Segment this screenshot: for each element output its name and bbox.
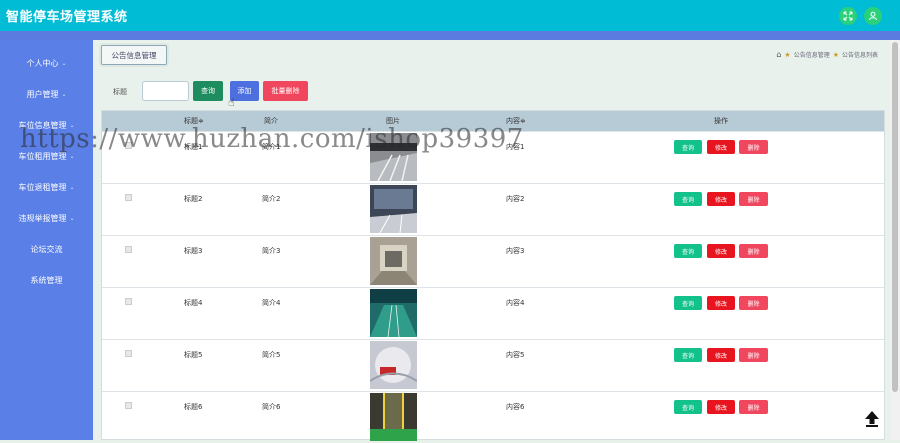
title-filter-input[interactable]: [142, 81, 189, 101]
star-icon: ★: [784, 50, 791, 59]
row-intro: 简介6: [262, 403, 281, 411]
sidebar: 个人中心 ⌄ 用户管理 ⌄ 车位信息管理 ⌄ 车位租用管理 ⌄ 车位退租管理 ⌄ 违规举报…: [0, 40, 93, 440]
chevron-down-icon: ⌄: [61, 59, 67, 67]
back-to-top-icon[interactable]: [862, 408, 882, 428]
delete-button[interactable]: 删除: [739, 296, 768, 310]
sidebar-item-label: 违规举报管理: [18, 213, 67, 223]
home-icon[interactable]: ⌂: [776, 50, 781, 59]
row-title: 标题2: [184, 195, 203, 203]
top-bar: 智能停车场管理系统: [0, 0, 900, 31]
row-image: [370, 393, 417, 441]
delete-button[interactable]: 删除: [739, 400, 768, 414]
delete-button[interactable]: 删除: [739, 192, 768, 206]
sidebar-item-system[interactable]: 系统管理: [0, 270, 93, 290]
row-intro: 简介3: [262, 247, 281, 255]
row-image: [370, 185, 417, 233]
row-checkbox[interactable]: [125, 350, 132, 357]
user-icon[interactable]: [864, 7, 882, 25]
delete-button[interactable]: 删除: [739, 348, 768, 362]
batch-delete-button[interactable]: 批量删除: [263, 81, 308, 101]
search-button[interactable]: 查询: [193, 81, 223, 101]
expand-icon[interactable]: [839, 7, 857, 25]
mouse-cursor-icon: ☝: [228, 96, 235, 109]
notice-table: 标题≑ 简介 图片 内容≑ 操作 标题1 简介1 内容1 查询 修改 删除 标题…: [101, 110, 885, 443]
edit-button[interactable]: 修改: [707, 140, 735, 154]
sidebar-item-label: 车位退租管理: [18, 182, 67, 192]
table-row: 标题5 简介5 内容5 查询 修改 删除: [102, 339, 884, 391]
table-row: 标题3 简介3 内容3 查询 修改 删除: [102, 235, 884, 287]
scrollbar-thumb[interactable]: [892, 42, 898, 392]
view-button[interactable]: 查询: [674, 400, 702, 414]
view-button[interactable]: 查询: [674, 296, 702, 310]
row-title: 标题5: [184, 351, 203, 359]
main-content: 公告信息管理 ⌂ ★ 公告信息管理 ★ 公告信息列表 标题 查询 添加 批量删除…: [95, 40, 890, 443]
row-intro: 简介5: [262, 351, 281, 359]
sidebar-item-return[interactable]: 车位退租管理 ⌄: [0, 177, 93, 197]
view-button[interactable]: 查询: [674, 244, 702, 258]
row-image: [370, 237, 417, 285]
chevron-down-icon: ⌄: [69, 183, 75, 191]
table-row: 标题2 简介2 内容2 查询 修改 删除: [102, 183, 884, 235]
edit-button[interactable]: 修改: [707, 348, 735, 362]
page-scrollbar[interactable]: [890, 40, 900, 440]
edit-button[interactable]: 修改: [707, 192, 735, 206]
row-image: [370, 341, 417, 389]
sidebar-item-violation[interactable]: 违规举报管理 ⌄: [0, 208, 93, 228]
breadcrumb: ⌂ ★ 公告信息管理 ★ 公告信息列表: [776, 50, 878, 59]
row-title: 标题6: [184, 403, 203, 411]
edit-button[interactable]: 修改: [707, 244, 735, 258]
column-header-actions: 操作: [714, 117, 728, 125]
view-button[interactable]: 查询: [674, 348, 702, 362]
edit-button[interactable]: 修改: [707, 296, 735, 310]
row-intro: 简介2: [262, 195, 281, 203]
row-checkbox[interactable]: [125, 194, 132, 201]
row-content: 内容2: [506, 195, 525, 203]
sidebar-item-forum[interactable]: 论坛交流: [0, 239, 93, 259]
row-title: 标题3: [184, 247, 203, 255]
row-intro: 简介4: [262, 299, 281, 307]
breadcrumb-item: 公告信息列表: [841, 52, 878, 59]
star-icon: ★: [832, 50, 839, 59]
sidebar-item-users[interactable]: 用户管理 ⌄: [0, 84, 93, 104]
view-button[interactable]: 查询: [674, 192, 702, 206]
sub-bar: [0, 31, 900, 40]
sidebar-item-label: 个人中心: [26, 58, 59, 68]
edit-button[interactable]: 修改: [707, 400, 735, 414]
title-filter-label: 标题: [113, 88, 127, 96]
row-checkbox[interactable]: [125, 402, 132, 409]
delete-button[interactable]: 删除: [739, 140, 768, 154]
row-content: 内容4: [506, 299, 525, 307]
sidebar-item-label: 系统管理: [30, 275, 63, 285]
watermark-text: https://www.huzhan.com/ishop39397: [20, 124, 524, 154]
chevron-down-icon: ⌄: [61, 90, 67, 98]
table-row: 标题6 简介6 内容6 查询 修改 删除: [102, 391, 884, 443]
sidebar-item-label: 用户管理: [26, 89, 59, 99]
chevron-down-icon: ⌄: [69, 214, 75, 222]
row-title: 标题4: [184, 299, 203, 307]
breadcrumb-item[interactable]: 公告信息管理: [794, 50, 830, 59]
table-row: 标题4 简介4 内容4 查询 修改 删除: [102, 287, 884, 339]
row-checkbox[interactable]: [125, 246, 132, 253]
delete-button[interactable]: 删除: [739, 244, 768, 258]
page-tab[interactable]: 公告信息管理: [101, 45, 167, 65]
row-content: 内容6: [506, 403, 525, 411]
row-checkbox[interactable]: [125, 298, 132, 305]
sidebar-item-profile[interactable]: 个人中心 ⌄: [0, 53, 93, 73]
row-content: 内容5: [506, 351, 525, 359]
sidebar-item-label: 论坛交流: [30, 244, 63, 254]
app-title: 智能停车场管理系统: [6, 10, 128, 25]
row-content: 内容3: [506, 247, 525, 255]
view-button[interactable]: 查询: [674, 140, 702, 154]
row-image: [370, 289, 417, 337]
